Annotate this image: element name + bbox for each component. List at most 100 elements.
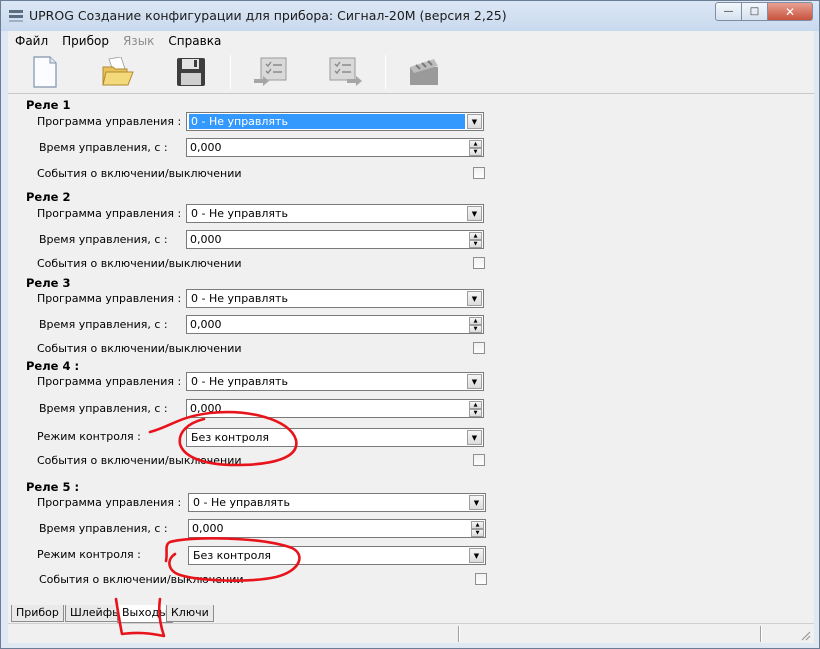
menu-device[interactable]: Прибор [55, 34, 116, 48]
relay-1-time-value: 0,000 [190, 141, 222, 154]
relay-5-control-select[interactable]: Без контроля ▼ [188, 546, 486, 565]
relay-4-program-value: 0 - Не управлять [191, 375, 288, 388]
relay-2-title: Реле 2 [26, 190, 71, 204]
menu-file[interactable]: Файл [8, 34, 55, 48]
close-button[interactable]: ✕ [768, 2, 813, 21]
relay-5-program-label: Программа управления : [37, 496, 182, 509]
device-clock-button[interactable] [406, 54, 444, 90]
chevron-down-icon[interactable]: ▼ [467, 291, 482, 306]
relay-1-events-checkbox[interactable] [473, 167, 485, 179]
window-controls: — □ ✕ [715, 2, 813, 21]
relay-3-title: Реле 3 [26, 276, 71, 290]
relay-1-program-value: 0 - Не управлять [189, 114, 465, 129]
write-config-button[interactable] [327, 54, 365, 90]
open-folder-icon [102, 57, 134, 86]
spin-down-icon[interactable]: ▼ [469, 240, 482, 248]
relay-1-time-stepper[interactable]: 0,000 ▲ ▼ [186, 138, 484, 157]
relay-4-time-label: Время управления, с : [39, 402, 168, 415]
relay-4-program-label: Программа управления : [37, 375, 182, 388]
spin-up-icon[interactable]: ▲ [469, 232, 482, 240]
title-bar[interactable]: UPROG Создание конфигурации для прибора:… [1, 1, 819, 31]
tab-bar: Прибор Шлейфы Выходы Ключи [8, 605, 814, 623]
relay-2-events-checkbox[interactable] [473, 257, 485, 269]
chevron-down-icon[interactable]: ▼ [467, 430, 482, 445]
relay-2-time-stepper[interactable]: 0,000 ▲ ▼ [186, 230, 484, 249]
relay-5-time-value: 0,000 [192, 522, 224, 535]
spin-down-icon[interactable]: ▼ [469, 148, 482, 156]
menu-help[interactable]: Справка [161, 34, 228, 48]
chevron-down-icon[interactable]: ▼ [467, 114, 482, 129]
relay-5-time-stepper[interactable]: 0,000 ▲ ▼ [188, 519, 486, 538]
read-config-button[interactable] [251, 54, 289, 90]
relay-3-time-label: Время управления, с : [39, 318, 168, 331]
relay-1-events-label: События о включении/выключении [37, 167, 242, 180]
relay-3-time-stepper[interactable]: 0,000 ▲ ▼ [186, 315, 484, 334]
menu-bar: Файл Прибор Язык Справка [8, 31, 814, 51]
relay-5-program-select[interactable]: 0 - Не управлять ▼ [188, 493, 486, 512]
resize-grip-icon[interactable] [799, 629, 811, 641]
menu-language: Язык [122, 34, 155, 48]
app-window: UPROG Создание конфигурации для прибора:… [0, 0, 820, 649]
toolbar [8, 51, 814, 94]
relay-5-events-label: События о включении/выключении [39, 573, 244, 586]
save-disk-icon [177, 58, 205, 86]
maximize-button[interactable]: □ [742, 2, 768, 21]
chevron-down-icon[interactable]: ▼ [467, 374, 482, 389]
relay-1-title: Реле 1 [26, 98, 71, 112]
toolbar-separator [230, 55, 231, 89]
tab-keys[interactable]: Ключи [166, 605, 214, 622]
relay-5-program-value: 0 - Не управлять [193, 496, 290, 509]
outputs-panel: Реле 1 Программа управления : 0 - Не упр… [8, 94, 814, 605]
status-separator [760, 626, 762, 642]
spin-up-icon[interactable]: ▲ [469, 317, 482, 325]
save-button[interactable] [172, 54, 210, 90]
relay-5-title: Реле 5 : [26, 480, 80, 494]
chevron-down-icon[interactable]: ▼ [469, 495, 484, 510]
close-icon: ✕ [784, 4, 796, 19]
minimize-icon: — [723, 6, 734, 17]
relay-3-program-select[interactable]: 0 - Не управлять ▼ [186, 289, 484, 308]
relay-3-program-value: 0 - Не управлять [191, 292, 288, 305]
new-document-icon [33, 56, 57, 88]
relay-3-events-label: События о включении/выключении [37, 342, 242, 355]
device-clock-icon [410, 59, 438, 85]
status-separator [458, 626, 460, 642]
relay-4-time-stepper[interactable]: 0,000 ▲ ▼ [186, 399, 484, 418]
relay-2-program-label: Программа управления : [37, 207, 182, 220]
relay-4-control-value: Без контроля [191, 431, 269, 444]
tab-outputs[interactable]: Выходы [117, 605, 173, 623]
relay-5-events-checkbox[interactable] [475, 573, 487, 585]
open-file-button[interactable] [99, 54, 137, 90]
spin-up-icon[interactable]: ▲ [469, 401, 482, 409]
relay-5-control-value: Без контроля [193, 549, 271, 562]
relay-2-program-value: 0 - Не управлять [191, 207, 288, 220]
relay-3-program-label: Программа управления : [37, 292, 182, 305]
tab-device[interactable]: Прибор [11, 605, 64, 622]
relay-4-program-select[interactable]: 0 - Не управлять ▼ [186, 372, 484, 391]
spin-up-icon[interactable]: ▲ [471, 521, 484, 529]
relay-1-program-label: Программа управления : [37, 115, 182, 128]
relay-5-time-label: Время управления, с : [39, 522, 168, 535]
chevron-down-icon[interactable]: ▼ [469, 548, 484, 563]
maximize-icon: □ [749, 6, 760, 17]
relay-5-control-label: Режим контроля : [37, 548, 141, 561]
spin-down-icon[interactable]: ▼ [469, 409, 482, 417]
relay-4-events-label: События о включении/выключении [37, 454, 242, 467]
minimize-button[interactable]: — [715, 2, 742, 21]
app-icon [9, 8, 23, 22]
relay-settings-area: Реле 1 Программа управления : 0 - Не упр… [19, 95, 812, 603]
relay-1-program-select[interactable]: 0 - Не управлять ▼ [186, 112, 484, 131]
relay-4-control-select[interactable]: Без контроля ▼ [186, 428, 484, 447]
relay-2-program-select[interactable]: 0 - Не управлять ▼ [186, 204, 484, 223]
spin-down-icon[interactable]: ▼ [469, 325, 482, 333]
relay-4-events-checkbox[interactable] [473, 454, 485, 466]
chevron-down-icon[interactable]: ▼ [467, 206, 482, 221]
spin-down-icon[interactable]: ▼ [471, 529, 484, 537]
new-document-button[interactable] [26, 54, 64, 90]
relay-3-events-checkbox[interactable] [473, 342, 485, 354]
relay-1-time-label: Время управления, с : [39, 141, 168, 154]
relay-2-time-label: Время управления, с : [39, 233, 168, 246]
window-title: UPROG Создание конфигурации для прибора:… [29, 8, 507, 23]
spin-up-icon[interactable]: ▲ [469, 140, 482, 148]
relay-3-time-value: 0,000 [190, 318, 222, 331]
